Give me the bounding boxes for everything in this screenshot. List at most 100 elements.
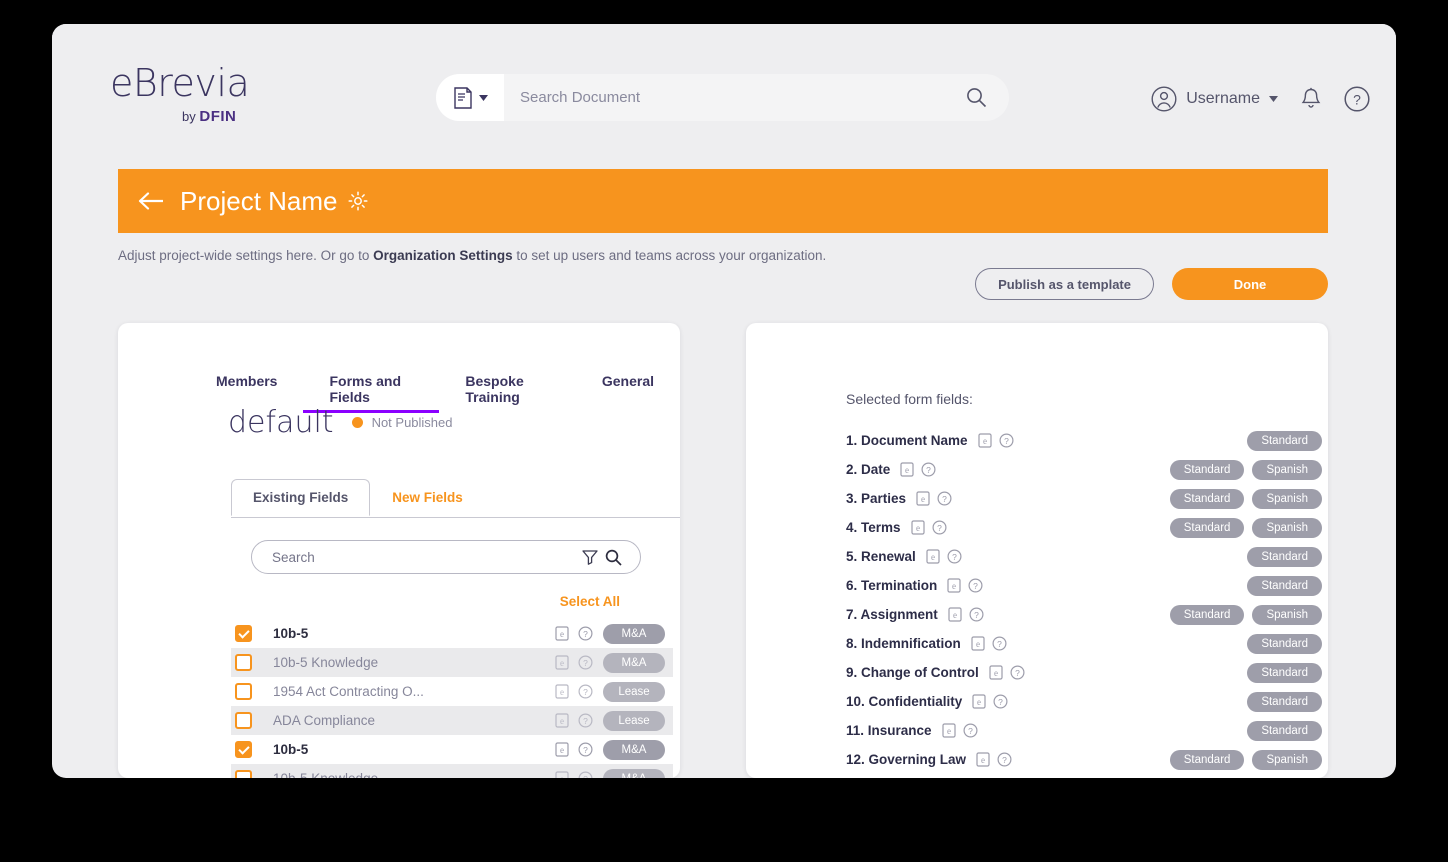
field-name-label: 10b-5 — [273, 742, 555, 757]
ebrevia-field-icon[interactable]: e — [976, 752, 990, 767]
field-category-badge: M&A — [603, 740, 665, 760]
selected-field-icons: e? — [978, 433, 1014, 448]
field-variant-badge: Standard — [1170, 518, 1245, 538]
field-variant-badge: Standard — [1247, 663, 1322, 683]
field-row[interactable]: 10b-5 Knowledgee?M&A — [231, 648, 673, 677]
ebrevia-field-icon[interactable]: e — [555, 684, 569, 699]
field-checkbox[interactable] — [235, 712, 252, 729]
help-circle-icon[interactable]: ? — [1344, 86, 1370, 112]
publish-as-template-button[interactable]: Publish as a template — [975, 268, 1154, 300]
selected-field-row[interactable]: 11. Insurancee?Standard× — [846, 716, 1328, 745]
selected-field-row[interactable]: 8. Indemnificatione?Standard× — [846, 629, 1328, 658]
search-input[interactable] — [504, 89, 944, 106]
help-circle-icon[interactable]: ? — [578, 771, 593, 778]
search-icon[interactable] — [944, 87, 1009, 108]
field-row[interactable]: 10b-5 Knowledgee?M&A — [231, 764, 673, 778]
sub-tab-existing-fields[interactable]: Existing Fields — [231, 479, 370, 516]
user-toolbar: Username ? — [1151, 86, 1370, 112]
help-circle-icon[interactable]: ? — [947, 549, 962, 564]
selected-field-row[interactable]: 3. Partiese?StandardSpanish× — [846, 484, 1328, 513]
field-row[interactable]: 10b-5e?M&A — [231, 619, 673, 648]
page-action-buttons: Publish as a template Done — [975, 268, 1328, 300]
selected-field-row[interactable]: 6. Terminatione?Standard× — [846, 571, 1328, 600]
document-type-selector[interactable] — [436, 74, 504, 121]
ebrevia-field-icon[interactable]: e — [948, 607, 962, 622]
selected-field-row[interactable]: 10. Confidentialitye?Standard× — [846, 687, 1328, 716]
selected-field-row[interactable]: 7. Assignmente?StandardSpanish× — [846, 600, 1328, 629]
bell-icon[interactable] — [1300, 87, 1322, 111]
filter-icon[interactable] — [581, 548, 605, 566]
ebrevia-field-icon[interactable]: e — [926, 549, 940, 564]
organization-settings-link[interactable]: Organization Settings — [373, 248, 513, 263]
help-circle-icon[interactable]: ? — [578, 655, 593, 670]
tab-bespoke-training[interactable]: Bespoke Training — [439, 373, 575, 413]
sub-tab-new-fields[interactable]: New Fields — [370, 479, 485, 516]
selected-field-row[interactable]: 9. Change of Controle?Standard× — [846, 658, 1328, 687]
sub-tab-label: New Fields — [392, 490, 463, 505]
ebrevia-field-icon[interactable]: e — [900, 462, 914, 477]
select-all-button[interactable]: Select All — [560, 594, 620, 609]
ebrevia-field-icon[interactable]: e — [555, 655, 569, 670]
ebrevia-field-icon[interactable]: e — [947, 578, 961, 593]
help-circle-icon[interactable]: ? — [1010, 665, 1025, 680]
help-circle-icon[interactable]: ? — [937, 491, 952, 506]
help-circle-icon[interactable]: ? — [968, 578, 983, 593]
field-name-label: 1954 Act Contracting O... — [273, 684, 555, 699]
ebrevia-field-icon[interactable]: e — [555, 713, 569, 728]
help-circle-icon[interactable]: ? — [993, 694, 1008, 709]
app-logo[interactable]: eBrevia by DFIN — [110, 64, 410, 125]
help-circle-icon[interactable]: ? — [932, 520, 947, 535]
field-variant-badge: Spanish — [1252, 460, 1322, 480]
help-circle-icon[interactable]: ? — [969, 607, 984, 622]
svg-text:?: ? — [583, 687, 588, 697]
ebrevia-field-icon[interactable]: e — [972, 694, 986, 709]
selected-fields-list[interactable]: 1. Document Namee?Standard×2. Datee?Stan… — [846, 426, 1328, 778]
description-after: to set up users and teams across your or… — [513, 248, 827, 263]
selected-field-row[interactable]: 4. Termse?StandardSpanish× — [846, 513, 1328, 542]
ebrevia-field-icon[interactable]: e — [555, 771, 569, 778]
field-row[interactable]: 1954 Act Contracting O...e?Lease — [231, 677, 673, 706]
document-icon — [453, 87, 473, 109]
field-checkbox[interactable] — [235, 683, 252, 700]
help-circle-icon[interactable]: ? — [578, 713, 593, 728]
arrow-left-icon[interactable] — [138, 192, 164, 210]
field-row[interactable]: 10b-5e? M&A — [231, 735, 673, 764]
ebrevia-field-icon[interactable]: e — [989, 665, 1003, 680]
ebrevia-field-icon[interactable]: e — [911, 520, 925, 535]
field-search-input[interactable] — [252, 550, 581, 565]
help-circle-icon[interactable]: ? — [921, 462, 936, 477]
ebrevia-field-icon[interactable]: e — [916, 491, 930, 506]
tab-general[interactable]: General — [576, 373, 680, 413]
ebrevia-field-icon[interactable]: e — [555, 742, 569, 757]
selected-field-row[interactable]: 13. Jurisdictione?StandardSpanish× — [846, 774, 1328, 778]
selected-field-row[interactable]: 12. Governing Lawe?StandardSpanish× — [846, 745, 1328, 774]
help-circle-icon[interactable]: ? — [578, 742, 593, 757]
status-label: Not Published — [372, 415, 453, 430]
existing-fields-list[interactable]: 10b-5e?M&A10b-5 Knowledgee?M&A1954 Act C… — [231, 619, 673, 778]
selected-field-row[interactable]: 1. Document Namee?Standard× — [846, 426, 1328, 455]
help-circle-icon[interactable]: ? — [992, 636, 1007, 651]
ebrevia-field-icon[interactable]: e — [555, 626, 569, 641]
field-checkbox[interactable] — [235, 741, 252, 758]
help-circle-icon[interactable]: ? — [578, 684, 593, 699]
field-checkbox[interactable] — [235, 654, 252, 671]
ebrevia-field-icon[interactable]: e — [942, 723, 956, 738]
field-checkbox[interactable] — [235, 770, 252, 778]
help-circle-icon[interactable]: ? — [999, 433, 1014, 448]
ebrevia-field-icon[interactable]: e — [978, 433, 992, 448]
search-icon[interactable] — [605, 549, 640, 566]
help-circle-icon[interactable]: ? — [997, 752, 1012, 767]
field-row[interactable]: ADA Compliancee?Lease — [231, 706, 673, 735]
selected-field-row[interactable]: 2. Datee?StandardSpanish× — [846, 455, 1328, 484]
done-button[interactable]: Done — [1172, 268, 1328, 300]
help-circle-icon[interactable]: ? — [963, 723, 978, 738]
field-checkbox[interactable] — [235, 625, 252, 642]
field-variant-badge: Spanish — [1252, 605, 1322, 625]
selected-field-row[interactable]: 5. Renewale?Standard× — [846, 542, 1328, 571]
field-variant-badge: Standard — [1170, 750, 1245, 770]
help-circle-icon[interactable]: ? — [578, 626, 593, 641]
ebrevia-field-icon[interactable]: e — [971, 636, 985, 651]
user-menu[interactable]: Username — [1151, 86, 1278, 112]
chevron-down-icon — [479, 95, 488, 101]
gear-icon[interactable] — [348, 191, 368, 211]
